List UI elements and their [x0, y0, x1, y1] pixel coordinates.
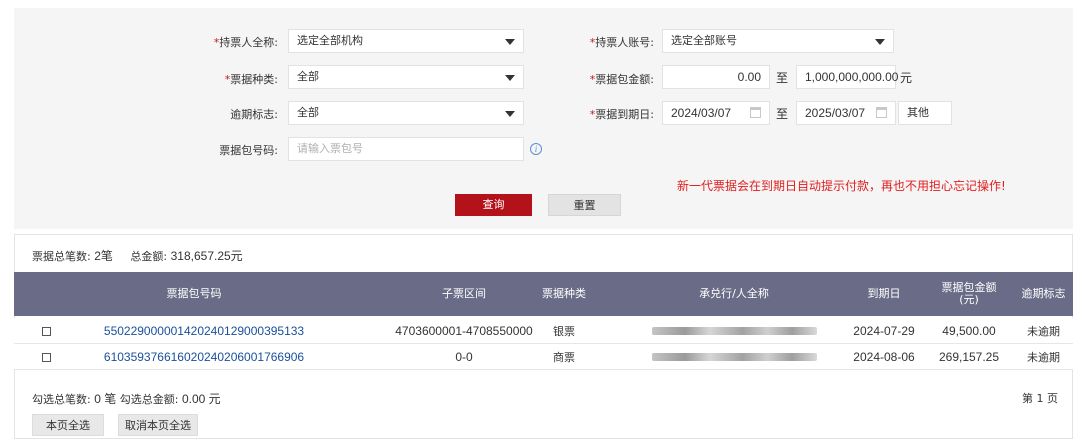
amount-min-input[interactable]: 0.00 — [662, 65, 770, 89]
selected-amount: 0.00 元 — [181, 392, 221, 406]
row-checkbox[interactable] — [41, 352, 51, 362]
acceptor-cell-redacted — [634, 344, 834, 370]
caret-down-icon — [505, 75, 515, 81]
amount-max-input[interactable]: 1,000,000,000.00 — [796, 65, 898, 89]
due-date-label: *票据到期日: — [589, 108, 654, 121]
overdue-select[interactable]: 全部 — [288, 101, 524, 125]
col-acceptor: 承兑行/人全称 — [699, 287, 769, 300]
amount-label: *票据包金额: — [589, 73, 654, 86]
overdue-cell: 未逾期 — [1027, 325, 1060, 338]
amount-range-separator: 至 — [776, 71, 789, 85]
package-no-link[interactable]: 610359376616020240206001766906 — [74, 344, 334, 370]
holder-name-label: *持票人全称: — [213, 36, 278, 49]
due-cell: 2024-07-29 — [853, 324, 915, 338]
selected-count: 0 笔 — [94, 392, 117, 406]
due-date-end-input[interactable]: 2025/03/07 — [796, 101, 896, 125]
overdue-label: 逾期标志: — [230, 108, 278, 121]
holder-account-select[interactable]: 选定全部账号 — [662, 29, 894, 53]
calendar-icon[interactable] — [750, 107, 761, 118]
acceptor-cell-redacted — [634, 318, 834, 344]
due-date-start-input[interactable]: 2024/03/07 — [662, 101, 770, 125]
caret-down-icon — [505, 39, 515, 45]
package-no-link[interactable]: 550229000001420240129000395133 — [74, 318, 334, 344]
amount-cell: 49,500.00 — [942, 324, 996, 338]
col-due: 到期日 — [867, 287, 901, 300]
page-indicator: 第 1 页 — [1022, 392, 1058, 405]
reset-button[interactable]: 重置 — [548, 194, 621, 216]
col-package-no: 票据包号码 — [166, 287, 222, 300]
select-all-page-button[interactable]: 本页全选 — [32, 414, 104, 436]
query-button[interactable]: 查询 — [455, 194, 532, 216]
total-count: 2笔 — [94, 249, 113, 263]
total-summary: 票据总笔数: 2笔 总金额: 318,657.25元 — [32, 249, 243, 263]
caret-down-icon — [505, 111, 515, 117]
col-type: 票据种类 — [542, 287, 586, 300]
caret-down-icon — [875, 39, 885, 45]
amount-cell: 269,157.25 — [938, 350, 1000, 364]
total-amount: 318,657.25元 — [170, 249, 243, 263]
amount-unit: 元 — [900, 71, 913, 85]
package-no-label: 票据包号码: — [219, 144, 278, 157]
bill-type-label: *票据种类: — [224, 73, 278, 86]
package-no-input[interactable]: 请输入票包号 — [288, 137, 524, 161]
due-date-other-select[interactable]: 其他 — [898, 101, 952, 125]
calendar-icon[interactable] — [876, 107, 887, 118]
holder-account-label: *持票人账号: — [589, 36, 654, 49]
bill-type-select[interactable]: 全部 — [288, 65, 524, 89]
col-overdue: 逾期标志 — [1021, 287, 1066, 300]
due-cell: 2024-08-06 — [853, 350, 915, 364]
info-icon[interactable]: i — [530, 143, 542, 155]
type-cell: 银票 — [553, 325, 575, 338]
table-header: 票据包号码 子票区间 票据种类 承兑行/人全称 到期日 票据包金额 (元) 逾期… — [14, 272, 1073, 316]
table-row: 610359376616020240206001766906 0-0 商票 20… — [14, 344, 1073, 370]
row-checkbox[interactable] — [41, 326, 51, 336]
cancel-select-all-button[interactable]: 取消本页全选 — [118, 414, 198, 436]
selected-summary: 勾选总笔数: 0 笔 勾选总金额: 0.00 元 — [32, 392, 221, 406]
type-cell: 商票 — [553, 351, 575, 364]
holder-name-select[interactable]: 选定全部机构 — [288, 29, 524, 53]
overdue-cell: 未逾期 — [1027, 351, 1060, 364]
table-row: 550229000001420240129000395133 470360000… — [14, 318, 1073, 344]
due-date-range-separator: 至 — [776, 107, 789, 121]
notice-text: 新一代票据会在到期日自动提示付款，再也不用担心忘记操作! — [677, 179, 1006, 193]
col-amount: 票据包金额 (元) — [941, 281, 997, 306]
